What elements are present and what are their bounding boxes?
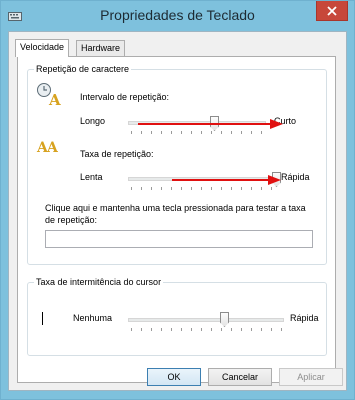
tab-label: Velocidade (20, 42, 65, 52)
keyboard-delay-icon: A (37, 83, 61, 107)
ok-button[interactable]: OK (147, 368, 201, 386)
dialog-window: Propriedades de Teclado Velocidade Hardw… (0, 0, 355, 400)
tab-velocidade[interactable]: Velocidade (15, 39, 70, 57)
dialog-client-area: Velocidade Hardware Repetição de caracte… (8, 31, 347, 391)
apply-button[interactable]: Aplicar (279, 368, 343, 386)
annotation-arrow-rate (172, 175, 281, 185)
cancel-button[interactable]: Cancelar (208, 368, 272, 386)
delay-slider-ticks (131, 131, 265, 134)
close-icon (327, 6, 337, 16)
cursor-slider-thumb[interactable] (220, 312, 229, 327)
cursor-group-legend: Taxa de intermitência do cursor (34, 277, 164, 287)
tab-hardware[interactable]: Hardware (76, 40, 126, 56)
window-title: Propriedades de Teclado (100, 7, 255, 23)
keyboard-rate-icon: A A (36, 140, 59, 156)
rate-min-label: Lenta (80, 172, 103, 182)
cursor-slider-track[interactable] (128, 318, 284, 322)
svg-text:A: A (46, 140, 59, 156)
close-button[interactable] (316, 1, 348, 21)
test-repeat-input[interactable] (45, 230, 313, 248)
rate-slider-ticks (131, 187, 277, 190)
repeat-group-legend: Repetição de caractere (34, 64, 132, 74)
rate-label: Taxa de repetição: (80, 149, 154, 159)
test-instruction: Clique aqui e mantenha uma tecla pressio… (45, 203, 306, 225)
cursor-preview (42, 312, 43, 325)
repeat-group: Repetição de caractere A Intervalo de re… (27, 64, 327, 265)
annotation-arrow-delay (138, 119, 283, 129)
rate-max-label: Rápida (281, 172, 310, 182)
title-bar[interactable]: Propriedades de Teclado (1, 1, 354, 31)
cursor-max-label: Rápida (290, 313, 319, 323)
svg-text:A: A (48, 91, 61, 107)
tab-page-velocidade: Repetição de caractere A Intervalo de re… (17, 56, 336, 383)
cursor-min-label: Nenhuma (73, 313, 113, 323)
tab-label: Hardware (81, 43, 121, 53)
cursor-slider-ticks (131, 328, 283, 331)
delay-min-label: Longo (80, 116, 106, 126)
cursor-blink-group: Taxa de intermitência do cursor Nenhuma … (27, 277, 327, 356)
delay-label: Intervalo de repetição: (80, 92, 170, 102)
